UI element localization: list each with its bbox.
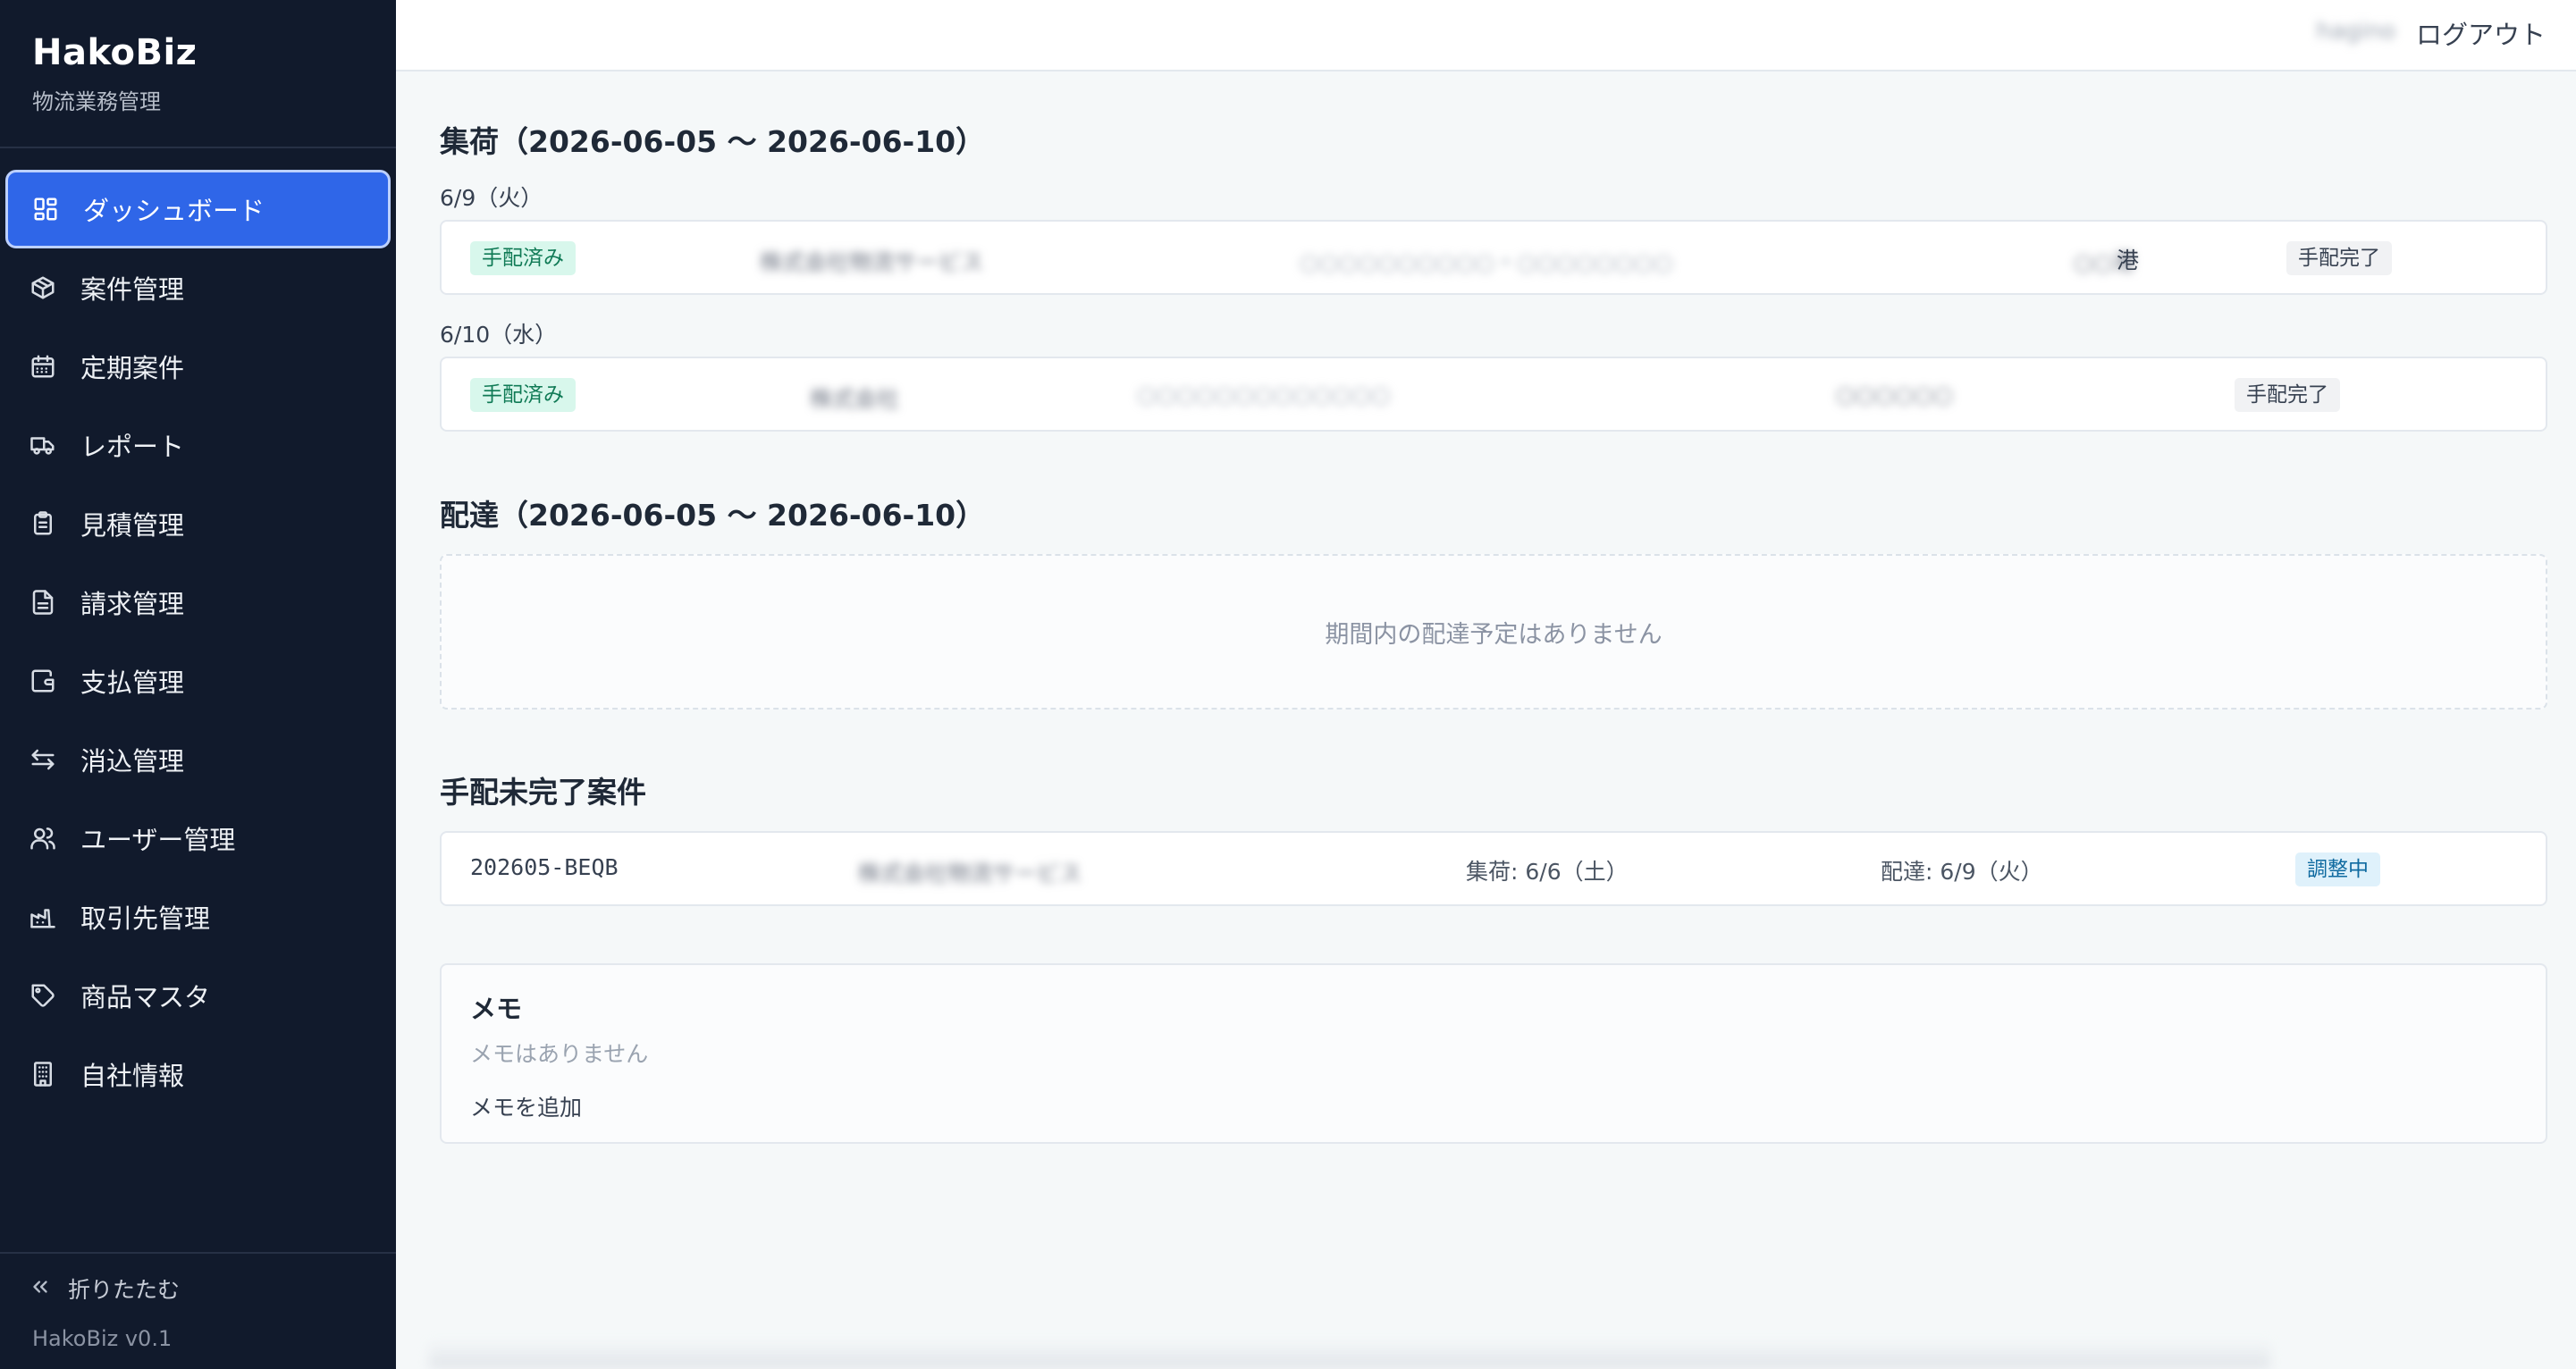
port-suffix: 港 bbox=[2117, 248, 2140, 273]
pending-row[interactable]: 202605-BEQB 株式会社物流サービス 集荷: 6/6（土） 配達: 6/… bbox=[440, 831, 2547, 906]
sidebar-item-label: ダッシュボード bbox=[83, 196, 265, 226]
building-icon bbox=[29, 1060, 57, 1088]
memo-title: メモ bbox=[470, 994, 523, 1024]
calendar-icon bbox=[29, 352, 57, 381]
memo-empty-text: メモはありません bbox=[470, 1041, 649, 1067]
sidebar-item-products[interactable]: 商品マスタ bbox=[5, 956, 391, 1035]
sidebar-item-label: レポート bbox=[80, 432, 185, 462]
memo-card: メモ メモはありません メモを追加 bbox=[440, 963, 2547, 1144]
sidebar-divider bbox=[0, 1252, 396, 1254]
sidebar-item-label: 自社情報 bbox=[80, 1061, 185, 1091]
sidebar-item-label: 取引先管理 bbox=[80, 903, 211, 934]
collapse-sidebar-button[interactable]: 折りたたむ bbox=[29, 1272, 180, 1305]
status-badge: 調整中 bbox=[2295, 852, 2380, 886]
delivery-empty-state: 期間内の配達予定はありません bbox=[440, 554, 2547, 710]
factory-icon bbox=[29, 903, 57, 931]
username: hagino bbox=[2316, 18, 2395, 45]
sidebar-item-label: 見積管理 bbox=[80, 510, 185, 541]
status-badge: 手配済み bbox=[470, 378, 576, 412]
app-version: HakoBiz v0.1 bbox=[32, 1326, 173, 1351]
package-icon bbox=[29, 273, 57, 302]
pickup-address: ○○○○○○○○○○○○○ bbox=[1137, 382, 1391, 407]
sidebar-item-partners[interactable]: 取引先管理 bbox=[5, 878, 391, 956]
sidebar-item-dashboard[interactable]: ダッシュボード bbox=[5, 170, 391, 248]
port-name: ○○○○○○ bbox=[1836, 382, 1953, 407]
sidebar-item-users[interactable]: ユーザー管理 bbox=[5, 799, 391, 878]
sidebar: HakoBiz 物流業務管理 ダッシュボード 案件管理 定期案件 レポート 見積… bbox=[0, 0, 396, 1369]
pickup-row[interactable]: 手配済み 株式会社物流サービス ○○○○○○○○○○・○○○○○○○○ ○○港 … bbox=[440, 220, 2547, 295]
collapse-label: 折りたたむ bbox=[68, 1277, 181, 1303]
day-label: 6/10（水） bbox=[440, 322, 558, 348]
truck-icon bbox=[29, 431, 57, 459]
sidebar-item-label: 案件管理 bbox=[80, 274, 185, 305]
status-badge: 手配済み bbox=[470, 241, 576, 275]
customer-name: 株式会社物流サービス bbox=[760, 249, 984, 275]
customer-name: 株式会社 bbox=[810, 386, 900, 412]
logout-button[interactable]: ログアウト bbox=[2416, 14, 2546, 52]
sidebar-item-label: ユーザー管理 bbox=[80, 825, 236, 855]
sidebar-item-payments[interactable]: 支払管理 bbox=[5, 642, 391, 720]
wallet-icon bbox=[29, 667, 57, 695]
day-label: 6/9（火） bbox=[440, 185, 543, 211]
arrangement-badge: 手配完了 bbox=[2286, 241, 2392, 275]
sidebar-nav: ダッシュボード 案件管理 定期案件 レポート 見積管理 請求管理 支払管理 消込… bbox=[0, 170, 396, 1113]
sidebar-item-label: 商品マスタ bbox=[80, 982, 211, 1012]
sidebar-item-recurring[interactable]: 定期案件 bbox=[5, 327, 391, 406]
dashboard-icon bbox=[31, 195, 60, 223]
delivery-section-title: 配達（2026-06-05 〜 2026-06-10） bbox=[440, 498, 986, 533]
sidebar-item-label: 請求管理 bbox=[80, 589, 185, 619]
customer-name: 株式会社物流サービス bbox=[858, 861, 1082, 886]
document-icon bbox=[29, 588, 57, 617]
pickup-section-title: 集荷（2026-06-05 〜 2026-06-10） bbox=[440, 124, 986, 159]
topbar: hagino ログアウト bbox=[396, 0, 2576, 71]
sidebar-divider bbox=[0, 147, 396, 148]
pickup-address: ○○○○○○○○○○・○○○○○○○○ bbox=[1300, 249, 1673, 275]
add-memo-button[interactable]: メモを追加 bbox=[470, 1090, 582, 1122]
pending-section-title: 手配未完了案件 bbox=[440, 775, 646, 810]
swap-arrows-icon bbox=[29, 745, 57, 774]
delivery-empty-text: 期間内の配達予定はありません bbox=[1325, 621, 1663, 649]
pickup-row[interactable]: 手配済み 株式会社 ○○○○○○○○○○○○○ ○○○○○○ 手配完了 bbox=[440, 357, 2547, 432]
clipboard-icon bbox=[29, 509, 57, 538]
brand: HakoBiz 物流業務管理 bbox=[32, 32, 197, 115]
chevrons-left-icon bbox=[29, 1275, 52, 1302]
app-subtitle: 物流業務管理 bbox=[32, 89, 161, 114]
sidebar-item-label: 消込管理 bbox=[80, 746, 185, 777]
sidebar-item-reconciliation[interactable]: 消込管理 bbox=[5, 720, 391, 799]
app-name: HakoBiz bbox=[32, 32, 198, 73]
case-id: 202605-BEQB bbox=[470, 854, 619, 880]
users-icon bbox=[29, 824, 57, 852]
sidebar-item-invoices[interactable]: 請求管理 bbox=[5, 563, 391, 642]
sidebar-item-reports[interactable]: レポート bbox=[5, 406, 391, 484]
sidebar-item-label: 支払管理 bbox=[80, 668, 185, 698]
bottom-shadow bbox=[429, 1340, 2270, 1369]
arrangement-badge: 手配完了 bbox=[2235, 378, 2340, 412]
pickup-date: 集荷: 6/6（土） bbox=[1466, 859, 1629, 885]
sidebar-item-company[interactable]: 自社情報 bbox=[5, 1035, 391, 1113]
tag-icon bbox=[29, 981, 57, 1010]
delivery-date: 配達: 6/9（火） bbox=[1881, 859, 2043, 885]
sidebar-item-label: 定期案件 bbox=[80, 353, 185, 383]
sidebar-item-projects[interactable]: 案件管理 bbox=[5, 248, 391, 327]
sidebar-item-estimates[interactable]: 見積管理 bbox=[5, 484, 391, 563]
